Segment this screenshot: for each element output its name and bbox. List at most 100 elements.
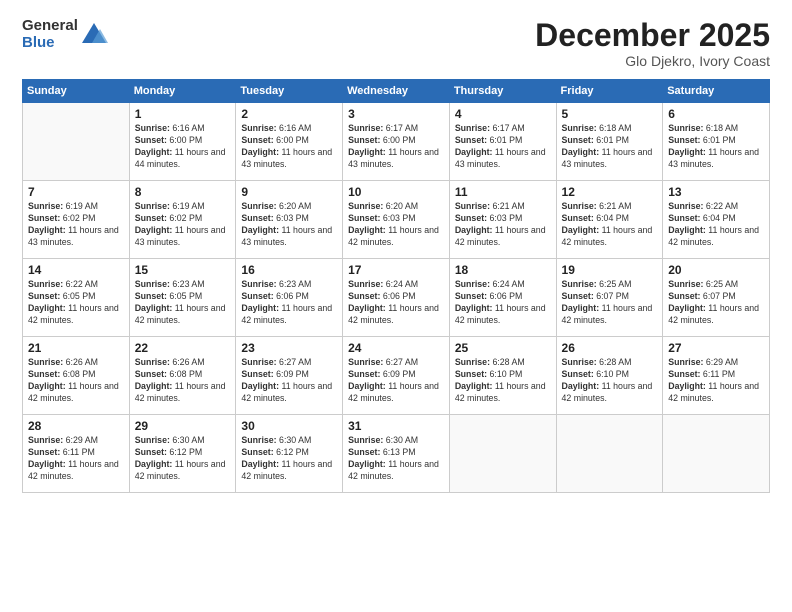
day-info: Sunrise: 6:22 AM Sunset: 6:05 PM Dayligh… <box>28 279 124 327</box>
day-info: Sunrise: 6:21 AM Sunset: 6:03 PM Dayligh… <box>455 201 551 249</box>
calendar-cell: 19 Sunrise: 6:25 AM Sunset: 6:07 PM Dayl… <box>556 259 663 337</box>
day-info: Sunrise: 6:26 AM Sunset: 6:08 PM Dayligh… <box>28 357 124 405</box>
day-info: Sunrise: 6:28 AM Sunset: 6:10 PM Dayligh… <box>562 357 658 405</box>
calendar-cell: 1 Sunrise: 6:16 AM Sunset: 6:00 PM Dayli… <box>129 103 236 181</box>
calendar-cell: 28 Sunrise: 6:29 AM Sunset: 6:11 PM Dayl… <box>23 415 130 493</box>
calendar-cell: 2 Sunrise: 6:16 AM Sunset: 6:00 PM Dayli… <box>236 103 343 181</box>
day-number: 9 <box>241 185 337 199</box>
calendar-cell: 14 Sunrise: 6:22 AM Sunset: 6:05 PM Dayl… <box>23 259 130 337</box>
day-number: 22 <box>135 341 231 355</box>
day-number: 1 <box>135 107 231 121</box>
day-info: Sunrise: 6:16 AM Sunset: 6:00 PM Dayligh… <box>135 123 231 171</box>
day-info: Sunrise: 6:25 AM Sunset: 6:07 PM Dayligh… <box>562 279 658 327</box>
weekday-header: Wednesday <box>343 80 450 103</box>
calendar-cell <box>663 415 770 493</box>
day-number: 11 <box>455 185 551 199</box>
day-info: Sunrise: 6:16 AM Sunset: 6:00 PM Dayligh… <box>241 123 337 171</box>
day-number: 16 <box>241 263 337 277</box>
logo-text: General Blue <box>22 18 78 51</box>
calendar-cell: 15 Sunrise: 6:23 AM Sunset: 6:05 PM Dayl… <box>129 259 236 337</box>
logo-icon <box>80 21 108 49</box>
day-number: 14 <box>28 263 124 277</box>
day-number: 7 <box>28 185 124 199</box>
day-number: 2 <box>241 107 337 121</box>
calendar-cell: 7 Sunrise: 6:19 AM Sunset: 6:02 PM Dayli… <box>23 181 130 259</box>
day-info: Sunrise: 6:17 AM Sunset: 6:00 PM Dayligh… <box>348 123 444 171</box>
calendar-week-row: 28 Sunrise: 6:29 AM Sunset: 6:11 PM Dayl… <box>23 415 770 493</box>
day-number: 29 <box>135 419 231 433</box>
day-info: Sunrise: 6:23 AM Sunset: 6:06 PM Dayligh… <box>241 279 337 327</box>
calendar-table: SundayMondayTuesdayWednesdayThursdayFrid… <box>22 79 770 493</box>
calendar-cell <box>23 103 130 181</box>
day-info: Sunrise: 6:24 AM Sunset: 6:06 PM Dayligh… <box>348 279 444 327</box>
day-number: 5 <box>562 107 658 121</box>
day-info: Sunrise: 6:28 AM Sunset: 6:10 PM Dayligh… <box>455 357 551 405</box>
calendar-cell: 26 Sunrise: 6:28 AM Sunset: 6:10 PM Dayl… <box>556 337 663 415</box>
day-info: Sunrise: 6:17 AM Sunset: 6:01 PM Dayligh… <box>455 123 551 171</box>
header: General Blue December 2025 Glo Djekro, I… <box>22 18 770 69</box>
calendar-cell: 3 Sunrise: 6:17 AM Sunset: 6:00 PM Dayli… <box>343 103 450 181</box>
calendar-cell: 25 Sunrise: 6:28 AM Sunset: 6:10 PM Dayl… <box>449 337 556 415</box>
day-number: 23 <box>241 341 337 355</box>
day-number: 20 <box>668 263 764 277</box>
day-number: 6 <box>668 107 764 121</box>
calendar-cell: 18 Sunrise: 6:24 AM Sunset: 6:06 PM Dayl… <box>449 259 556 337</box>
calendar-cell: 8 Sunrise: 6:19 AM Sunset: 6:02 PM Dayli… <box>129 181 236 259</box>
calendar-cell: 20 Sunrise: 6:25 AM Sunset: 6:07 PM Dayl… <box>663 259 770 337</box>
day-number: 30 <box>241 419 337 433</box>
day-info: Sunrise: 6:27 AM Sunset: 6:09 PM Dayligh… <box>348 357 444 405</box>
day-info: Sunrise: 6:30 AM Sunset: 6:12 PM Dayligh… <box>241 435 337 483</box>
calendar-week-row: 1 Sunrise: 6:16 AM Sunset: 6:00 PM Dayli… <box>23 103 770 181</box>
day-info: Sunrise: 6:30 AM Sunset: 6:13 PM Dayligh… <box>348 435 444 483</box>
subtitle: Glo Djekro, Ivory Coast <box>535 53 770 69</box>
day-info: Sunrise: 6:25 AM Sunset: 6:07 PM Dayligh… <box>668 279 764 327</box>
calendar-cell: 5 Sunrise: 6:18 AM Sunset: 6:01 PM Dayli… <box>556 103 663 181</box>
day-number: 21 <box>28 341 124 355</box>
month-title: December 2025 <box>535 18 770 53</box>
calendar-cell <box>449 415 556 493</box>
day-info: Sunrise: 6:20 AM Sunset: 6:03 PM Dayligh… <box>241 201 337 249</box>
day-number: 28 <box>28 419 124 433</box>
day-info: Sunrise: 6:30 AM Sunset: 6:12 PM Dayligh… <box>135 435 231 483</box>
calendar-week-row: 7 Sunrise: 6:19 AM Sunset: 6:02 PM Dayli… <box>23 181 770 259</box>
day-info: Sunrise: 6:29 AM Sunset: 6:11 PM Dayligh… <box>28 435 124 483</box>
title-block: December 2025 Glo Djekro, Ivory Coast <box>535 18 770 69</box>
day-info: Sunrise: 6:19 AM Sunset: 6:02 PM Dayligh… <box>135 201 231 249</box>
calendar-cell: 9 Sunrise: 6:20 AM Sunset: 6:03 PM Dayli… <box>236 181 343 259</box>
weekday-header: Tuesday <box>236 80 343 103</box>
day-info: Sunrise: 6:21 AM Sunset: 6:04 PM Dayligh… <box>562 201 658 249</box>
day-info: Sunrise: 6:29 AM Sunset: 6:11 PM Dayligh… <box>668 357 764 405</box>
day-number: 3 <box>348 107 444 121</box>
calendar-cell <box>556 415 663 493</box>
day-number: 13 <box>668 185 764 199</box>
logo: General Blue <box>22 18 108 51</box>
day-number: 12 <box>562 185 658 199</box>
day-number: 17 <box>348 263 444 277</box>
calendar-cell: 4 Sunrise: 6:17 AM Sunset: 6:01 PM Dayli… <box>449 103 556 181</box>
day-number: 8 <box>135 185 231 199</box>
weekday-header: Saturday <box>663 80 770 103</box>
calendar-week-row: 21 Sunrise: 6:26 AM Sunset: 6:08 PM Dayl… <box>23 337 770 415</box>
day-number: 26 <box>562 341 658 355</box>
calendar-cell: 12 Sunrise: 6:21 AM Sunset: 6:04 PM Dayl… <box>556 181 663 259</box>
day-info: Sunrise: 6:20 AM Sunset: 6:03 PM Dayligh… <box>348 201 444 249</box>
calendar-cell: 30 Sunrise: 6:30 AM Sunset: 6:12 PM Dayl… <box>236 415 343 493</box>
weekday-header: Thursday <box>449 80 556 103</box>
calendar-cell: 29 Sunrise: 6:30 AM Sunset: 6:12 PM Dayl… <box>129 415 236 493</box>
calendar-cell: 11 Sunrise: 6:21 AM Sunset: 6:03 PM Dayl… <box>449 181 556 259</box>
day-number: 4 <box>455 107 551 121</box>
day-number: 10 <box>348 185 444 199</box>
day-info: Sunrise: 6:27 AM Sunset: 6:09 PM Dayligh… <box>241 357 337 405</box>
calendar-cell: 23 Sunrise: 6:27 AM Sunset: 6:09 PM Dayl… <box>236 337 343 415</box>
calendar-header: SundayMondayTuesdayWednesdayThursdayFrid… <box>23 80 770 103</box>
calendar-cell: 21 Sunrise: 6:26 AM Sunset: 6:08 PM Dayl… <box>23 337 130 415</box>
day-number: 31 <box>348 419 444 433</box>
weekday-header: Sunday <box>23 80 130 103</box>
calendar-cell: 24 Sunrise: 6:27 AM Sunset: 6:09 PM Dayl… <box>343 337 450 415</box>
day-number: 27 <box>668 341 764 355</box>
day-info: Sunrise: 6:26 AM Sunset: 6:08 PM Dayligh… <box>135 357 231 405</box>
weekday-header: Monday <box>129 80 236 103</box>
day-info: Sunrise: 6:18 AM Sunset: 6:01 PM Dayligh… <box>668 123 764 171</box>
day-info: Sunrise: 6:18 AM Sunset: 6:01 PM Dayligh… <box>562 123 658 171</box>
day-number: 19 <box>562 263 658 277</box>
